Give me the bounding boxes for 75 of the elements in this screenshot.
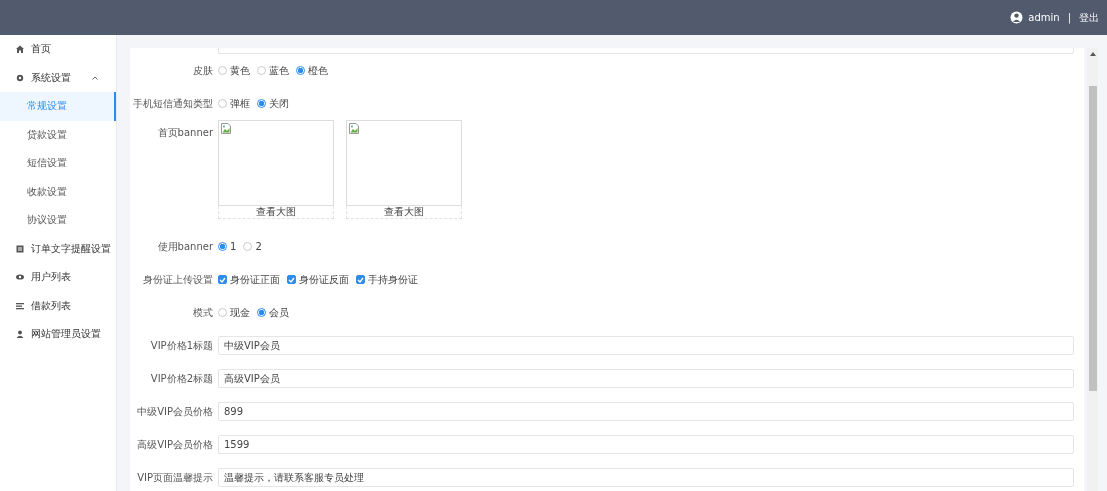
input-value: 1599 xyxy=(224,439,250,450)
sidebar-item[interactable]: 用户列表 xyxy=(0,263,116,292)
checkbox-label[interactable]: 身份证正面 xyxy=(230,272,280,287)
radio-button[interactable] xyxy=(218,99,227,108)
radio-button[interactable] xyxy=(218,66,227,75)
input-field[interactable]: 高级VIP会员 xyxy=(218,369,1074,388)
field-label: VIP价格1标题 xyxy=(150,339,213,351)
list-icon xyxy=(16,301,24,310)
input-value: 温馨提示，请联系客服专员处理 xyxy=(224,470,364,485)
field-label: 中级VIP会员价格 xyxy=(137,405,213,417)
radio-label[interactable]: 黄色 xyxy=(230,63,250,78)
view-image-link[interactable]: 查看大图 xyxy=(218,206,334,219)
checkbox[interactable] xyxy=(218,275,227,284)
sidebar-item[interactable]: 订单文字提醒设置 xyxy=(0,234,116,263)
check-icon xyxy=(357,276,364,283)
radio-label[interactable]: 关闭 xyxy=(269,96,289,111)
sidebar-item[interactable]: 首页 xyxy=(0,35,116,64)
checkbox-label[interactable]: 身份证反面 xyxy=(299,272,349,287)
field-label: 皮肤 xyxy=(193,64,213,76)
checkbox-label[interactable]: 手持身份证 xyxy=(368,272,418,287)
input-field[interactable]: 中级VIP会员 xyxy=(218,336,1074,355)
checkbox[interactable] xyxy=(356,275,365,284)
sidebar-item[interactable]: 网站管理员设置 xyxy=(0,320,116,349)
check-icon xyxy=(219,276,226,283)
sidebar-item[interactable]: 系统设置 xyxy=(0,63,116,92)
field-label: VIP价格2标题 xyxy=(150,372,213,384)
radio-label[interactable]: 1 xyxy=(230,241,237,252)
radio-button[interactable] xyxy=(243,242,253,251)
radio-button[interactable] xyxy=(257,308,266,317)
radio-button[interactable] xyxy=(218,308,227,317)
scrollbar[interactable] xyxy=(1087,48,1098,491)
input-value: 高级VIP会员 xyxy=(224,371,280,386)
radio-button[interactable] xyxy=(218,242,227,251)
input-value: 中级VIP会员 xyxy=(224,338,280,353)
radio-button[interactable] xyxy=(257,66,266,75)
field-label: 首页banner xyxy=(157,127,213,138)
radio-label[interactable]: 蓝色 xyxy=(269,63,289,78)
home-icon xyxy=(16,45,24,54)
submenu-item[interactable]: 短信设置 xyxy=(0,149,116,178)
checkbox[interactable] xyxy=(287,275,296,284)
field-label: 身份证上传设置 xyxy=(143,273,213,285)
input-field[interactable]: 899 xyxy=(218,402,1074,421)
radio-label[interactable]: 弹框 xyxy=(230,96,250,111)
radio-button[interactable] xyxy=(257,99,266,108)
scrollbar-thumb[interactable] xyxy=(1088,86,1097,391)
check-icon xyxy=(288,276,295,283)
eye-icon xyxy=(16,273,24,282)
field-label: 使用banner xyxy=(157,240,213,252)
settings-icon xyxy=(16,73,24,82)
radio-label[interactable]: 会员 xyxy=(269,305,289,320)
broken-image-icon xyxy=(349,123,359,134)
submenu-item[interactable]: 收款设置 xyxy=(0,177,116,206)
radio-label[interactable]: 2 xyxy=(255,241,262,252)
submenu-item[interactable]: 贷款设置 xyxy=(0,120,116,149)
broken-image-icon xyxy=(221,123,231,134)
document-icon xyxy=(16,244,24,253)
field-label: 手机短信通知类型 xyxy=(133,97,213,109)
input-field[interactable]: 1599 xyxy=(218,435,1074,454)
radio-button[interactable] xyxy=(296,66,305,75)
person-icon xyxy=(16,330,24,339)
scroll-up-icon[interactable] xyxy=(1089,52,1096,56)
field-label: VIP页面温馨提示 xyxy=(137,471,213,483)
field-label: 高级VIP会员价格 xyxy=(137,438,213,450)
view-image-link[interactable]: 查看大图 xyxy=(346,206,462,219)
input-field[interactable]: 温馨提示，请联系客服专员处理 xyxy=(218,468,1074,487)
username[interactable]: admin xyxy=(1028,12,1060,23)
separator: | xyxy=(1067,12,1071,23)
field-label: 模式 xyxy=(193,306,213,318)
submenu-item[interactable]: 协议设置 xyxy=(0,206,116,235)
user-avatar-icon xyxy=(1010,11,1024,24)
input-value: 899 xyxy=(224,406,244,417)
sidebar-item[interactable]: 借款列表 xyxy=(0,291,116,320)
logout-link[interactable]: 登出 xyxy=(1079,10,1099,25)
radio-label[interactable]: 橙色 xyxy=(308,63,328,78)
radio-label[interactable]: 现金 xyxy=(230,305,250,320)
